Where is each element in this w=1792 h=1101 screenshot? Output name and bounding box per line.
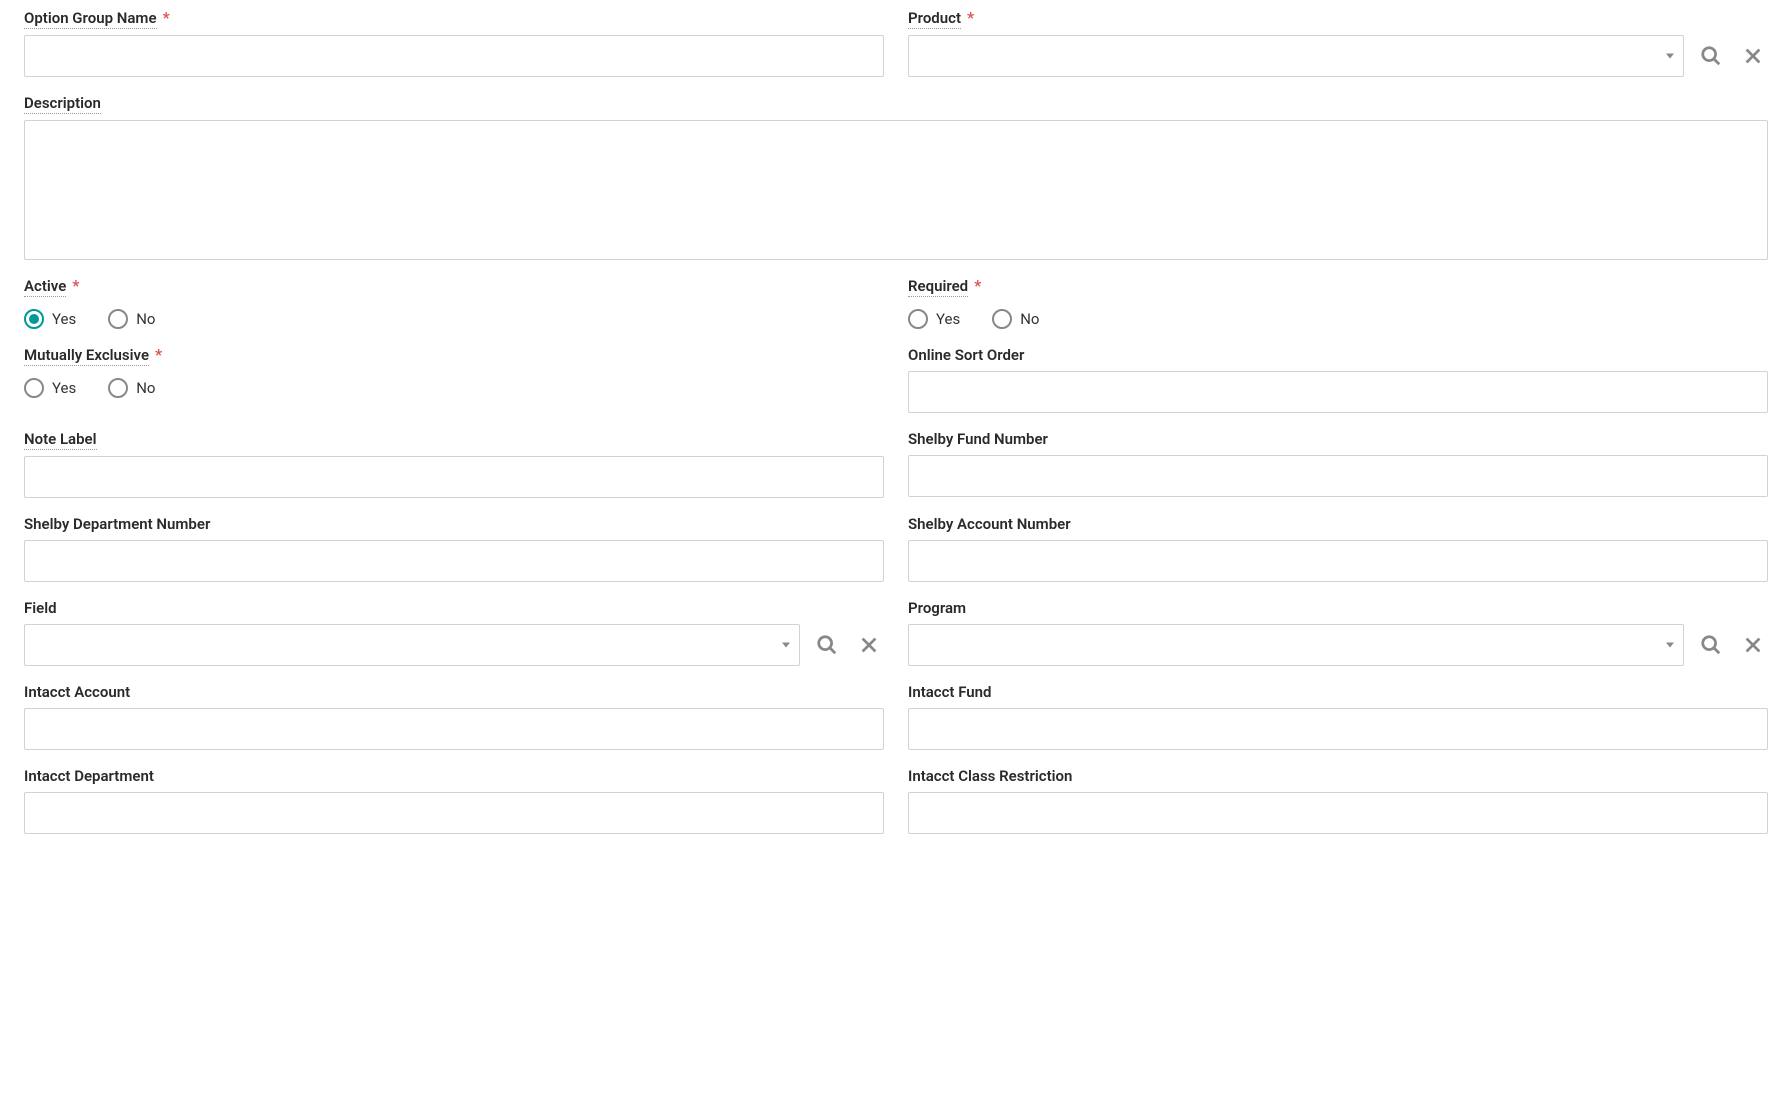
shelby-department-number-input[interactable] xyxy=(24,540,884,582)
close-icon xyxy=(1742,634,1764,656)
required-no-option[interactable]: No xyxy=(992,309,1039,329)
intacct-class-restriction-field: Intacct Class Restriction xyxy=(908,766,1768,834)
program-dropdown-wrap xyxy=(908,624,1684,666)
intacct-account-input[interactable] xyxy=(24,708,884,750)
product-lookup xyxy=(908,35,1768,77)
radio-icon xyxy=(992,309,1012,329)
program-input[interactable] xyxy=(908,624,1684,666)
search-icon xyxy=(1700,634,1722,656)
product-input[interactable] xyxy=(908,35,1684,77)
active-no-label: No xyxy=(136,310,155,328)
required-asterisk: * xyxy=(974,276,981,295)
required-asterisk: * xyxy=(72,276,79,295)
shelby-account-number-input[interactable] xyxy=(908,540,1768,582)
required-asterisk: * xyxy=(967,8,974,27)
intacct-department-input[interactable] xyxy=(24,792,884,834)
product-dropdown-wrap xyxy=(908,35,1684,77)
shelby-fund-number-field: Shelby Fund Number xyxy=(908,429,1768,498)
online-sort-order-label: Online Sort Order xyxy=(908,346,1024,365)
mutually-exclusive-no-option[interactable]: No xyxy=(108,378,155,398)
intacct-department-label: Intacct Department xyxy=(24,767,154,786)
intacct-fund-label: Intacct Fund xyxy=(908,683,991,702)
required-radio-group: Yes No xyxy=(908,309,1768,329)
shelby-account-number-field: Shelby Account Number xyxy=(908,514,1768,582)
mutually-exclusive-label: Mutually Exclusive xyxy=(24,346,149,366)
active-no-option[interactable]: No xyxy=(108,309,155,329)
online-sort-order-input[interactable] xyxy=(908,371,1768,413)
field-dropdown-wrap xyxy=(24,624,800,666)
intacct-account-field: Intacct Account xyxy=(24,682,884,750)
search-icon xyxy=(1700,45,1722,67)
radio-icon xyxy=(108,309,128,329)
program-search-button[interactable] xyxy=(1696,630,1726,660)
radio-icon xyxy=(24,378,44,398)
online-sort-order-field: Online Sort Order xyxy=(908,345,1768,413)
shelby-department-number-field: Shelby Department Number xyxy=(24,514,884,582)
search-icon xyxy=(816,634,838,656)
field-lookup xyxy=(24,624,884,666)
field-search-button[interactable] xyxy=(812,630,842,660)
required-asterisk: * xyxy=(163,8,170,27)
required-yes-label: Yes xyxy=(936,310,960,328)
shelby-fund-number-input[interactable] xyxy=(908,455,1768,497)
required-yes-option[interactable]: Yes xyxy=(908,309,960,329)
active-label: Active xyxy=(24,277,66,297)
mutually-exclusive-radio-group: Yes No xyxy=(24,378,884,398)
product-label: Product xyxy=(908,9,961,29)
required-field: Required * Yes No xyxy=(908,276,1768,329)
active-radio-group: Yes No xyxy=(24,309,884,329)
note-label-field: Note Label xyxy=(24,429,884,498)
active-yes-option[interactable]: Yes xyxy=(24,309,76,329)
form-grid: Option Group Name * Product * xyxy=(24,8,1768,834)
field-input[interactable] xyxy=(24,624,800,666)
program-clear-button[interactable] xyxy=(1738,630,1768,660)
option-group-name-label: Option Group Name xyxy=(24,9,157,29)
mutually-exclusive-no-label: No xyxy=(136,379,155,397)
field-label: Field xyxy=(24,599,57,618)
product-search-button[interactable] xyxy=(1696,41,1726,71)
required-asterisk: * xyxy=(155,345,162,364)
required-no-label: No xyxy=(1020,310,1039,328)
note-label-label: Note Label xyxy=(24,430,97,450)
intacct-class-restriction-input[interactable] xyxy=(908,792,1768,834)
option-group-name-input[interactable] xyxy=(24,35,884,77)
radio-icon xyxy=(24,309,44,329)
description-input[interactable] xyxy=(24,120,1768,260)
mutually-exclusive-yes-option[interactable]: Yes xyxy=(24,378,76,398)
field-clear-button[interactable] xyxy=(854,630,884,660)
product-field: Product * xyxy=(908,8,1768,77)
product-clear-button[interactable] xyxy=(1738,41,1768,71)
close-icon xyxy=(1742,45,1764,67)
active-field: Active * Yes No xyxy=(24,276,884,329)
shelby-fund-number-label: Shelby Fund Number xyxy=(908,430,1048,449)
close-icon xyxy=(858,634,880,656)
mutually-exclusive-yes-label: Yes xyxy=(52,379,76,397)
intacct-class-restriction-label: Intacct Class Restriction xyxy=(908,767,1072,786)
shelby-account-number-label: Shelby Account Number xyxy=(908,515,1071,534)
description-field: Description xyxy=(24,93,1768,260)
radio-icon xyxy=(908,309,928,329)
program-lookup xyxy=(908,624,1768,666)
active-yes-label: Yes xyxy=(52,310,76,328)
program-label: Program xyxy=(908,599,966,618)
intacct-fund-field: Intacct Fund xyxy=(908,682,1768,750)
description-label: Description xyxy=(24,94,101,114)
option-group-name-field: Option Group Name * xyxy=(24,8,884,77)
intacct-fund-input[interactable] xyxy=(908,708,1768,750)
program-field: Program xyxy=(908,598,1768,666)
radio-icon xyxy=(108,378,128,398)
required-label: Required xyxy=(908,277,968,297)
intacct-department-field: Intacct Department xyxy=(24,766,884,834)
field-field: Field xyxy=(24,598,884,666)
mutually-exclusive-field: Mutually Exclusive * Yes No xyxy=(24,345,884,413)
intacct-account-label: Intacct Account xyxy=(24,683,130,702)
shelby-department-number-label: Shelby Department Number xyxy=(24,515,210,534)
note-label-input[interactable] xyxy=(24,456,884,498)
